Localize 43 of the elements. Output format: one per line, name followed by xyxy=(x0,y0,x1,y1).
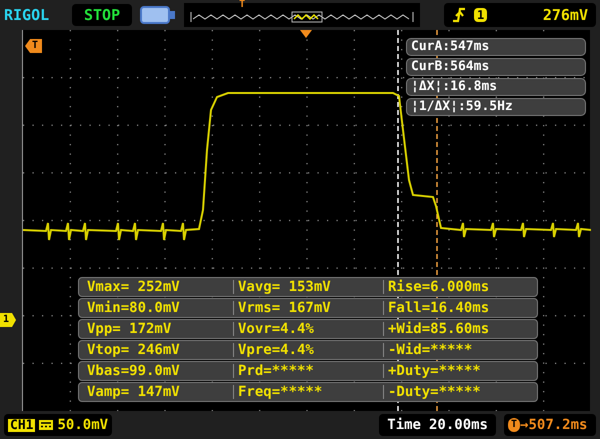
measurement-readout: Rise=6.000ms xyxy=(383,280,533,294)
channel-marker: 1 xyxy=(0,313,16,327)
measurement-readout: Vmax= 252mV xyxy=(86,280,181,294)
measurement-readout: -Wid=***** xyxy=(383,343,533,357)
run-state[interactable]: STOP xyxy=(72,4,132,26)
measurement-readout: -Duty=***** xyxy=(383,385,533,399)
trigger-panel[interactable]: 1 276mV xyxy=(444,3,596,27)
trigger-level: 276mV xyxy=(542,4,588,26)
timebase-value: 20.00ms xyxy=(428,416,488,434)
cursor-readout: CurB:564ms xyxy=(406,58,586,76)
trigger-offset-panel[interactable]: T →507.2ms xyxy=(504,414,596,436)
measurement-readout: Freq=***** xyxy=(233,385,383,399)
measurement-readout: Vpre=4.4% xyxy=(233,343,383,357)
measurement-readout: Vrms= 167mV xyxy=(233,301,383,315)
cursor-readout: CurA:547ms xyxy=(406,38,586,56)
trigger-time-marker xyxy=(300,30,312,38)
measurement-readout: Vbas=99.0mV xyxy=(86,364,181,378)
measurement-readout: Prd=***** xyxy=(233,364,383,378)
memory-icon xyxy=(140,6,176,24)
timebase-panel[interactable]: Time 20.00ms xyxy=(379,414,496,436)
measurement-readout: Vtop= 246mV xyxy=(86,343,181,357)
channel-label: CH1 xyxy=(8,418,36,432)
measurement-readout: Vavg= 153mV xyxy=(233,280,383,294)
measurement-readout: Vpp= 172mV xyxy=(86,322,172,336)
cursor-readout: ¦ΔX¦:16.8ms xyxy=(406,78,586,96)
dc-coupling-icon xyxy=(39,420,54,430)
vertical-scale: 50.0mV xyxy=(57,416,108,434)
cursor-readout: ¦1/ΔX¦:59.5Hz xyxy=(406,98,586,116)
measurement-readout: Vovr=4.4% xyxy=(233,322,383,336)
brand-logo: RIGOL xyxy=(4,4,50,26)
trigger-offset: →507.2ms xyxy=(520,416,588,434)
trigger-channel: 1 xyxy=(474,8,488,22)
measurement-readout: +Duty=***** xyxy=(383,364,533,378)
channel-scale-panel[interactable]: CH1 50.0mV xyxy=(4,414,112,436)
measurement-readout: Vamp= 147mV xyxy=(86,385,181,399)
measurement-readout: Vmin=80.0mV xyxy=(86,301,181,315)
timebase-label: Time xyxy=(387,416,421,434)
measurement-readout: +Wid=85.60ms xyxy=(383,322,533,336)
trigger-position-marker: T xyxy=(239,0,246,10)
measurement-readout: Fall=16.40ms xyxy=(383,301,533,315)
trigger-level-marker: T xyxy=(25,39,42,53)
rising-edge-icon xyxy=(452,7,466,23)
trigger-badge: T xyxy=(508,418,520,432)
